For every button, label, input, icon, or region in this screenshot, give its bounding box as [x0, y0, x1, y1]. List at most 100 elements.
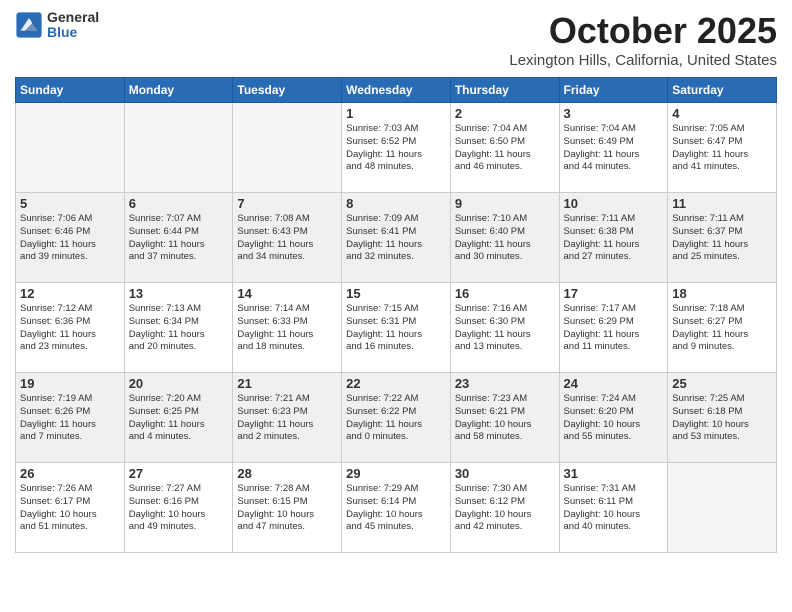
- day-number: 3: [564, 106, 664, 121]
- calendar-cell: 2Sunrise: 7:04 AMSunset: 6:50 PMDaylight…: [450, 103, 559, 193]
- calendar-cell: 30 Sunrise: 7:30 AMSunset: 6:12 PMDayligh…: [450, 463, 559, 553]
- cell-content: Sunrise: 7:17 AMSunset: 6:29 PMDaylight:…: [564, 303, 664, 354]
- calendar-cell: 23Sunrise: 7:23 AMSunset: 6:21 PMDayligh…: [450, 373, 559, 463]
- day-number: 30: [455, 466, 555, 481]
- cell-content: Sunrise: 7:25 AMSunset: 6:18 PMDaylight:…: [672, 393, 772, 444]
- day-number: 17: [564, 286, 664, 301]
- calendar-cell: [233, 103, 342, 193]
- calendar-cell: 3Sunrise: 7:04 AMSunset: 6:49 PMDaylight…: [559, 103, 668, 193]
- calendar-cell: 4Sunrise: 7:05 AMSunset: 6:47 PMDaylight…: [668, 103, 777, 193]
- day-number: 28: [237, 466, 337, 481]
- day-number: 25: [672, 376, 772, 391]
- cell-content: Sunrise: 7:22 AMSunset: 6:22 PMDaylight:…: [346, 393, 446, 444]
- day-number: 27: [129, 466, 229, 481]
- calendar-cell: [124, 103, 233, 193]
- cell-content: Sunrise: 7:07 AMSunset: 6:44 PMDaylight:…: [129, 213, 229, 264]
- calendar-cell: 29 Sunrise: 7:29 AMSunset: 6:14 PMDayligh…: [342, 463, 451, 553]
- calendar-cell: 19 Sunrise: 7:19 AMSunset: 6:26 PMDayligh…: [16, 373, 125, 463]
- day-number: 21: [237, 376, 337, 391]
- day-number: 11: [672, 196, 772, 211]
- header-day-monday: Monday: [124, 78, 233, 103]
- day-number: 14: [237, 286, 337, 301]
- cell-content: Sunrise: 7:13 AMSunset: 6:34 PMDaylight:…: [129, 303, 229, 354]
- cell-content: Sunrise: 7:19 AMSunset: 6:26 PMDaylight:…: [20, 393, 120, 444]
- calendar-table: SundayMondayTuesdayWednesdayThursdayFrid…: [15, 77, 777, 553]
- calendar-cell: 5 Sunrise: 7:06 AMSunset: 6:46 PMDaylight…: [16, 193, 125, 283]
- cell-content: Sunrise: 7:06 AMSunset: 6:46 PMDaylight:…: [20, 213, 120, 264]
- calendar-header: SundayMondayTuesdayWednesdayThursdayFrid…: [16, 78, 777, 103]
- logo-text: General Blue: [47, 10, 99, 41]
- calendar-cell: [16, 103, 125, 193]
- day-number: 20: [129, 376, 229, 391]
- header-day-thursday: Thursday: [450, 78, 559, 103]
- cell-content: Sunrise: 7:11 AMSunset: 6:37 PMDaylight:…: [672, 213, 772, 264]
- day-number: 1: [346, 106, 446, 121]
- header-day-wednesday: Wednesday: [342, 78, 451, 103]
- calendar-week-3: 12Sunrise: 7:12 AMSunset: 6:36 PMDayligh…: [16, 283, 777, 373]
- calendar-week-4: 19 Sunrise: 7:19 AMSunset: 6:26 PMDayligh…: [16, 373, 777, 463]
- day-number: 5: [20, 196, 120, 211]
- cell-content: Sunrise: 7:26 AMSunset: 6:17 PMDaylight:…: [20, 483, 120, 534]
- calendar-cell: 6 Sunrise: 7:07 AMSunset: 6:44 PMDaylight…: [124, 193, 233, 283]
- location-title: Lexington Hills, California, United Stat…: [509, 52, 777, 69]
- cell-content: Sunrise: 7:16 AMSunset: 6:30 PMDaylight:…: [455, 303, 555, 354]
- header-day-tuesday: Tuesday: [233, 78, 342, 103]
- calendar-cell: 26 Sunrise: 7:26 AMSunset: 6:17 PMDayligh…: [16, 463, 125, 553]
- logo-icon: [15, 11, 43, 39]
- cell-content: Sunrise: 7:11 AMSunset: 6:38 PMDaylight:…: [564, 213, 664, 264]
- day-number: 8: [346, 196, 446, 211]
- cell-content: Sunrise: 7:10 AMSunset: 6:40 PMDaylight:…: [455, 213, 555, 264]
- cell-content: Sunrise: 7:14 AMSunset: 6:33 PMDaylight:…: [237, 303, 337, 354]
- day-number: 13: [129, 286, 229, 301]
- cell-content: Sunrise: 7:29 AMSunset: 6:14 PMDaylight:…: [346, 483, 446, 534]
- calendar-cell: 8 Sunrise: 7:09 AMSunset: 6:41 PMDaylight…: [342, 193, 451, 283]
- cell-content: Sunrise: 7:15 AMSunset: 6:31 PMDaylight:…: [346, 303, 446, 354]
- cell-content: Sunrise: 7:03 AMSunset: 6:52 PMDaylight:…: [346, 123, 446, 174]
- day-number: 18: [672, 286, 772, 301]
- calendar-cell: 31 Sunrise: 7:31 AMSunset: 6:11 PMDayligh…: [559, 463, 668, 553]
- calendar-week-1: 1 Sunrise: 7:03 AMSunset: 6:52 PMDaylight…: [16, 103, 777, 193]
- title-block: October 2025 Lexington Hills, California…: [509, 10, 777, 69]
- day-number: 31: [564, 466, 664, 481]
- cell-content: Sunrise: 7:30 AMSunset: 6:12 PMDaylight:…: [455, 483, 555, 534]
- day-number: 15: [346, 286, 446, 301]
- day-number: 12: [20, 286, 120, 301]
- calendar-cell: 24 Sunrise: 7:24 AMSunset: 6:20 PMDayligh…: [559, 373, 668, 463]
- calendar-cell: 11 Sunrise: 7:11 AMSunset: 6:37 PMDayligh…: [668, 193, 777, 283]
- calendar-week-2: 5 Sunrise: 7:06 AMSunset: 6:46 PMDaylight…: [16, 193, 777, 283]
- calendar-cell: 28 Sunrise: 7:28 AMSunset: 6:15 PMDayligh…: [233, 463, 342, 553]
- day-number: 22: [346, 376, 446, 391]
- calendar-cell: 18Sunrise: 7:18 AMSunset: 6:27 PMDayligh…: [668, 283, 777, 373]
- calendar-cell: 7 Sunrise: 7:08 AMSunset: 6:43 PMDaylight…: [233, 193, 342, 283]
- day-number: 6: [129, 196, 229, 211]
- cell-content: Sunrise: 7:21 AMSunset: 6:23 PMDaylight:…: [237, 393, 337, 444]
- calendar-cell: 20 Sunrise: 7:20 AMSunset: 6:25 PMDayligh…: [124, 373, 233, 463]
- cell-content: Sunrise: 7:28 AMSunset: 6:15 PMDaylight:…: [237, 483, 337, 534]
- cell-content: Sunrise: 7:20 AMSunset: 6:25 PMDaylight:…: [129, 393, 229, 444]
- day-number: 26: [20, 466, 120, 481]
- calendar-cell: 13 Sunrise: 7:13 AMSunset: 6:34 PMDayligh…: [124, 283, 233, 373]
- day-number: 7: [237, 196, 337, 211]
- calendar-cell: 15 Sunrise: 7:15 AMSunset: 6:31 PMDayligh…: [342, 283, 451, 373]
- calendar-cell: 1 Sunrise: 7:03 AMSunset: 6:52 PMDaylight…: [342, 103, 451, 193]
- calendar-cell: 10Sunrise: 7:11 AMSunset: 6:38 PMDayligh…: [559, 193, 668, 283]
- day-number: 24: [564, 376, 664, 391]
- cell-content: Sunrise: 7:04 AMSunset: 6:50 PMDaylight:…: [455, 123, 555, 174]
- cell-content: Sunrise: 7:24 AMSunset: 6:20 PMDaylight:…: [564, 393, 664, 444]
- cell-content: Sunrise: 7:31 AMSunset: 6:11 PMDaylight:…: [564, 483, 664, 534]
- calendar-cell: 21 Sunrise: 7:21 AMSunset: 6:23 PMDayligh…: [233, 373, 342, 463]
- header: General Blue October 2025 Lexington Hill…: [15, 10, 777, 69]
- day-number: 19: [20, 376, 120, 391]
- day-number: 29: [346, 466, 446, 481]
- header-row: SundayMondayTuesdayWednesdayThursdayFrid…: [16, 78, 777, 103]
- logo-general-text: General: [47, 10, 99, 25]
- cell-content: Sunrise: 7:09 AMSunset: 6:41 PMDaylight:…: [346, 213, 446, 264]
- calendar-cell: 25 Sunrise: 7:25 AMSunset: 6:18 PMDayligh…: [668, 373, 777, 463]
- calendar-cell: 27Sunrise: 7:27 AMSunset: 6:16 PMDayligh…: [124, 463, 233, 553]
- day-number: 9: [455, 196, 555, 211]
- calendar-cell: 22 Sunrise: 7:22 AMSunset: 6:22 PMDayligh…: [342, 373, 451, 463]
- header-day-sunday: Sunday: [16, 78, 125, 103]
- cell-content: Sunrise: 7:08 AMSunset: 6:43 PMDaylight:…: [237, 213, 337, 264]
- month-title: October 2025: [509, 10, 777, 52]
- header-day-friday: Friday: [559, 78, 668, 103]
